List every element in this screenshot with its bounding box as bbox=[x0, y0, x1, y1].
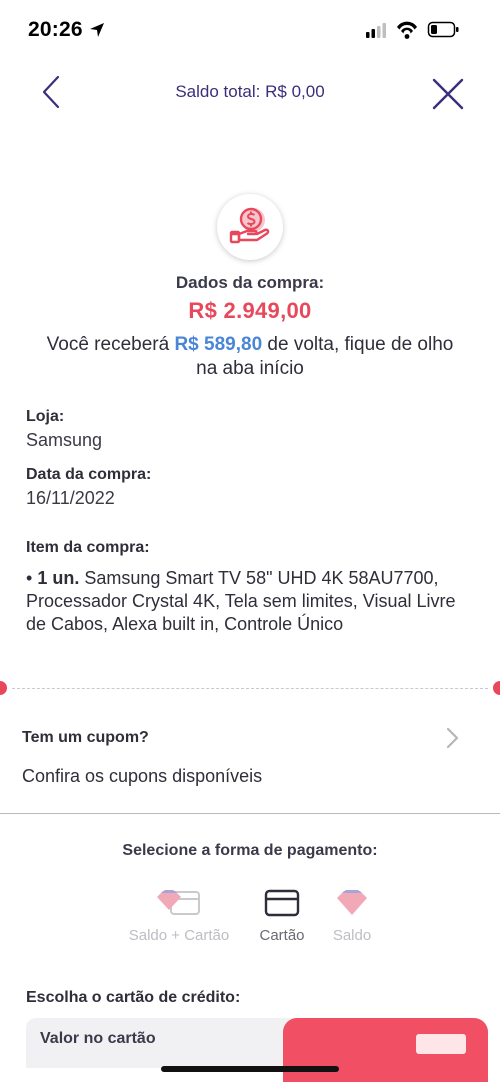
purchase-date-value: 16/11/2022 bbox=[26, 488, 115, 508]
close-icon[interactable] bbox=[428, 74, 468, 114]
chevron-right-icon[interactable] bbox=[443, 727, 463, 749]
location-arrow-icon bbox=[90, 23, 104, 37]
item-text: Samsung Smart TV 58" UHD 4K 58AU7700, Pr… bbox=[26, 568, 456, 634]
payment-option-label: Saldo + Cartão bbox=[128, 927, 230, 944]
ticket-notch-right bbox=[493, 681, 500, 695]
balance-total-title: Saldo total: R$ 0,00 bbox=[175, 82, 325, 101]
battery-icon bbox=[427, 21, 459, 38]
wifi-icon bbox=[397, 21, 417, 39]
signal-icon bbox=[366, 23, 386, 38]
section-separator bbox=[0, 813, 500, 814]
cashback-hand-coin-icon bbox=[217, 194, 283, 260]
status-time: 20:26 bbox=[28, 18, 83, 41]
store-label: Loja: bbox=[26, 408, 65, 425]
balance-diamond-icon bbox=[337, 890, 367, 915]
payment-option-balance-card[interactable]: Saldo + Cartão bbox=[119, 887, 239, 944]
credit-card-title: Escolha o cartão de crédito: bbox=[26, 989, 241, 1006]
payment-option-balance[interactable]: Saldo bbox=[292, 887, 412, 944]
status-icons bbox=[366, 20, 476, 40]
purchase-heading: Dados da compra: bbox=[175, 273, 325, 292]
coupon-subtitle: Confira os cupons disponíveis bbox=[22, 766, 263, 786]
item-quantity: 1 un. bbox=[37, 568, 80, 588]
store-value: Samsung bbox=[26, 430, 103, 450]
home-indicator bbox=[161, 1066, 339, 1072]
item-bullet: • bbox=[26, 568, 38, 588]
card-value-label: Valor no cartão bbox=[40, 1030, 156, 1047]
ticket-divider bbox=[12, 688, 488, 689]
cashback-message: Você receberá R$ 589,80 de volta, fique … bbox=[40, 333, 460, 381]
purchase-price: R$ 2.949,00 bbox=[188, 298, 312, 323]
payment-title: Selecione a forma de pagamento: bbox=[122, 842, 378, 859]
cashback-amount: R$ 589,80 bbox=[174, 334, 263, 355]
card-value-field[interactable]: Valor no cartão bbox=[26, 1018, 296, 1068]
payment-option-label: Saldo bbox=[332, 927, 372, 944]
ticket-notch-left bbox=[0, 681, 7, 695]
coupon-title: Tem um cupom? bbox=[22, 729, 149, 746]
coupon-row[interactable] bbox=[0, 705, 500, 805]
card-chip bbox=[416, 1034, 466, 1054]
item-label: Item da compra: bbox=[26, 539, 150, 556]
balance-card-icon bbox=[157, 890, 200, 915]
cashback-prefix: Você receberá bbox=[46, 334, 175, 355]
item-description: • 1 un. Samsung Smart TV 58" UHD 4K 58AU… bbox=[26, 567, 466, 636]
purchase-date-label: Data da compra: bbox=[26, 466, 152, 483]
